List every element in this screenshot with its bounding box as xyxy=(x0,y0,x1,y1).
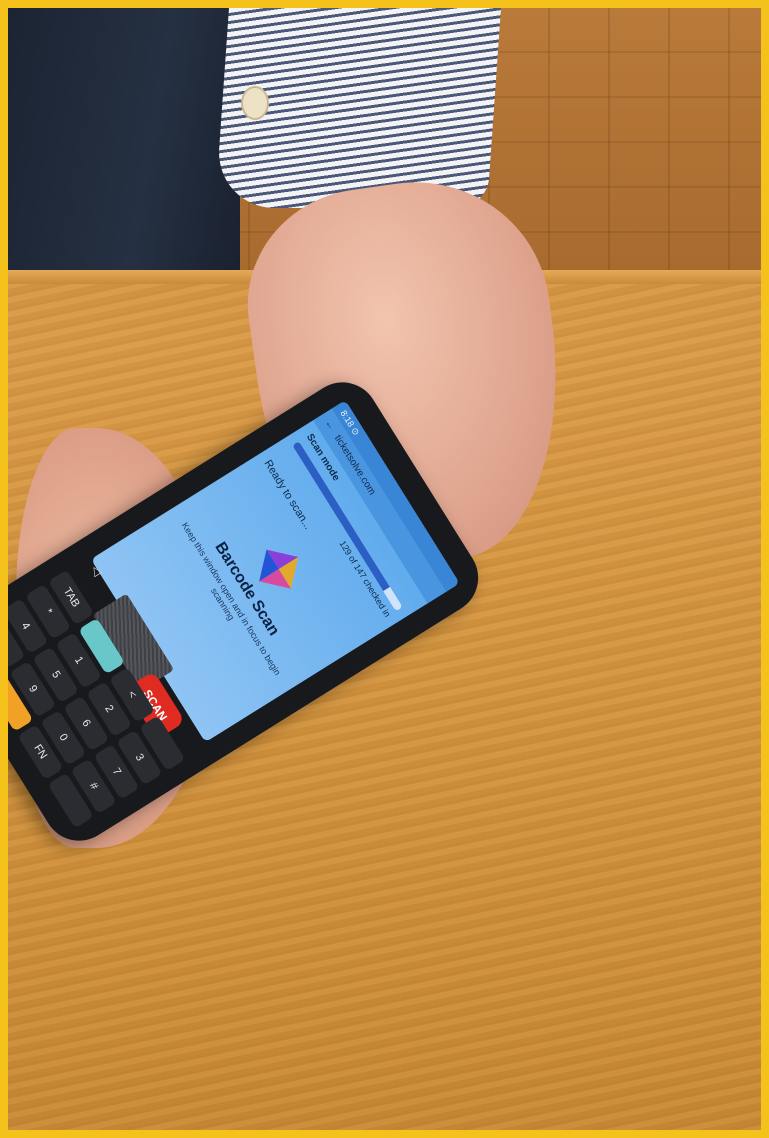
dark-trousers xyxy=(8,8,240,276)
barcode-scan-title: Barcode Scan xyxy=(211,539,283,639)
back-icon[interactable]: ← xyxy=(317,415,341,435)
keypad-key[interactable]: ENT xyxy=(0,627,3,683)
cuff-button xyxy=(241,86,269,120)
photo-frame: 8:18 ⊙ ← ticketsolve.com Scan mode 129 o… xyxy=(0,0,769,1138)
